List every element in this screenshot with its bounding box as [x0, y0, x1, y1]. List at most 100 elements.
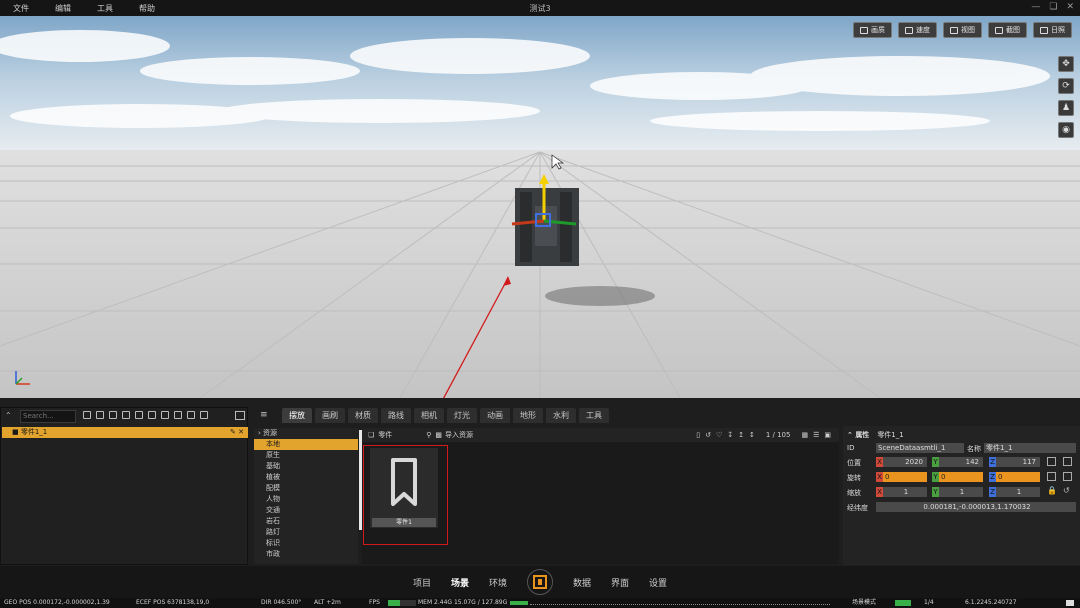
name-field[interactable]: 零件1_1 — [984, 443, 1076, 453]
reset-icon[interactable]: ↺ — [1063, 486, 1070, 495]
menu-help[interactable]: 帮助 — [126, 3, 168, 14]
category-item[interactable]: 交通 — [254, 505, 358, 516]
screenshot-button[interactable]: 截图 — [988, 22, 1027, 38]
timeline[interactable] — [530, 601, 830, 605]
move-icon[interactable]: ✥ — [1058, 56, 1074, 72]
scene-mode-toggle[interactable] — [895, 600, 911, 606]
rotation-y-field[interactable]: 0 — [939, 472, 983, 482]
outliner-toolbar — [83, 411, 208, 419]
category-item[interactable]: 基础 — [254, 461, 358, 472]
tab-terrain[interactable]: 地形 — [513, 408, 543, 423]
panel-toggle-icon[interactable] — [235, 411, 245, 420]
search-input[interactable]: Search... — [20, 410, 76, 423]
layers-icon[interactable] — [122, 411, 130, 419]
import-icon[interactable]: ▩ — [435, 431, 442, 439]
copy-icon[interactable] — [161, 411, 169, 419]
nav-data[interactable]: 数据 — [573, 576, 591, 589]
lock-icon[interactable]: 🔒 — [1047, 486, 1057, 495]
list-icon[interactable] — [187, 411, 195, 419]
search-icon[interactable]: ⚲ — [426, 431, 431, 439]
speed-button[interactable]: 速度 — [898, 22, 937, 38]
globe-icon[interactable]: ◉ — [1058, 122, 1074, 138]
id-field[interactable]: SceneDataasmtli_1 — [876, 443, 964, 453]
tab-material[interactable]: 材质 — [348, 408, 378, 423]
alt-readout: ALT +2m — [314, 599, 341, 606]
category-item[interactable]: 人物 — [254, 494, 358, 505]
tab-camera[interactable]: 相机 — [414, 408, 444, 423]
delete-icon[interactable] — [148, 411, 156, 419]
row-actions[interactable]: ✎ ✕ — [230, 427, 244, 438]
tab-brush[interactable]: 画刷 — [315, 408, 345, 423]
category-item[interactable]: 植被 — [254, 472, 358, 483]
scale-z-field[interactable]: 1 — [996, 487, 1040, 497]
favorite-icon[interactable]: ♡ — [716, 431, 722, 439]
paste-icon[interactable] — [1063, 472, 1072, 481]
category-item[interactable]: 本地 — [254, 439, 358, 450]
tab-route[interactable]: 路线 — [381, 408, 411, 423]
upload-icon[interactable]: ↥ — [738, 431, 744, 439]
list-view-icon[interactable]: ☰ — [813, 431, 819, 439]
scale-x-field[interactable]: 1 — [883, 487, 927, 497]
position-z-field[interactable]: 117 — [996, 457, 1040, 467]
category-item[interactable]: 原生 — [254, 450, 358, 461]
sunlight-button[interactable]: 日照 — [1033, 22, 1072, 38]
category-item[interactable]: 岩石 — [254, 516, 358, 527]
menu-edit[interactable]: 编辑 — [42, 3, 84, 14]
minimize-icon[interactable]: — — [1031, 2, 1040, 12]
focus-icon[interactable] — [109, 411, 117, 419]
position-x-field[interactable]: 2020 — [883, 457, 927, 467]
nav-environment[interactable]: 环境 — [489, 576, 507, 589]
nav-project[interactable]: 项目 — [413, 576, 431, 589]
person-icon[interactable]: ♟ — [1058, 100, 1074, 116]
category-item[interactable]: 路灯 — [254, 527, 358, 538]
category-item[interactable]: 标识 — [254, 538, 358, 549]
expand-icon[interactable]: ↕ — [749, 431, 755, 439]
outliner-panel: ⌃ Search... ■ 零件1_1 ✎ ✕ — [0, 407, 248, 565]
collapse-icon[interactable]: ⌃ — [5, 411, 12, 420]
grid-icon[interactable] — [200, 411, 208, 419]
detail-view-icon[interactable]: ▣ — [824, 431, 831, 439]
tab-light[interactable]: 灯光 — [447, 408, 477, 423]
close-icon[interactable]: ✕ — [1066, 2, 1074, 12]
rotate-icon[interactable]: ⟳ — [1058, 78, 1074, 94]
delete-icon[interactable]: ▯ — [696, 431, 700, 439]
nav-scene[interactable]: 场景 — [451, 576, 469, 589]
copy-icon[interactable] — [1047, 457, 1056, 466]
category-item[interactable]: 市政 — [254, 549, 358, 560]
grid-view-icon[interactable]: ▦ — [801, 431, 808, 439]
tab-tools[interactable]: 工具 — [579, 408, 609, 423]
tab-animation[interactable]: 动画 — [480, 408, 510, 423]
position-y-field[interactable]: 142 — [939, 457, 983, 467]
quality-button[interactable]: 画质 — [853, 22, 892, 38]
sort-icon[interactable]: ↧ — [727, 431, 733, 439]
history-icon[interactable]: ↺ — [705, 431, 711, 439]
refresh-icon[interactable] — [83, 411, 91, 419]
folder-icon[interactable] — [135, 411, 143, 419]
outliner-row[interactable]: ■ 零件1_1 ✎ ✕ — [2, 427, 248, 438]
latlon-field[interactable]: 0.000181,-0.000013,1.170032 — [876, 502, 1076, 512]
tab-water[interactable]: 水利 — [546, 408, 576, 423]
expand-icon[interactable] — [96, 411, 104, 419]
rotation-z-field[interactable]: 0 — [996, 472, 1040, 482]
tab-placement[interactable]: 摆放 — [282, 408, 312, 423]
paste-icon[interactable] — [1063, 457, 1072, 466]
filter-icon[interactable]: ❏ — [368, 431, 374, 439]
properties-panel: ⌃ 属性 零件1_1 ID SceneDataasmtli_1 名称 零件1_1 … — [843, 426, 1080, 565]
category-item[interactable]: 配模 — [254, 483, 358, 494]
viewport[interactable]: 画质 速度 视图 截图 日照 ✥ ⟳ ♟ ◉ — [0, 16, 1080, 398]
maximize-icon[interactable]: ❏ — [1049, 2, 1057, 12]
copy-icon[interactable] — [1047, 472, 1056, 481]
menu-file[interactable]: 文件 — [0, 3, 42, 14]
asset-filter-label[interactable]: 零件 — [378, 430, 392, 440]
rotation-x-field[interactable]: 0 — [883, 472, 927, 482]
menu-icon[interactable] — [1066, 600, 1074, 606]
nav-interface[interactable]: 界面 — [611, 576, 629, 589]
app-logo-icon[interactable] — [527, 569, 553, 595]
import-button[interactable]: 导入资源 — [445, 430, 473, 440]
menu-tools[interactable]: 工具 — [84, 3, 126, 14]
nav-settings[interactable]: 设置 — [649, 576, 667, 589]
category-item[interactable]: › 资源 — [254, 428, 358, 439]
view-button[interactable]: 视图 — [943, 22, 982, 38]
square-icon[interactable] — [174, 411, 182, 419]
scale-y-field[interactable]: 1 — [939, 487, 983, 497]
